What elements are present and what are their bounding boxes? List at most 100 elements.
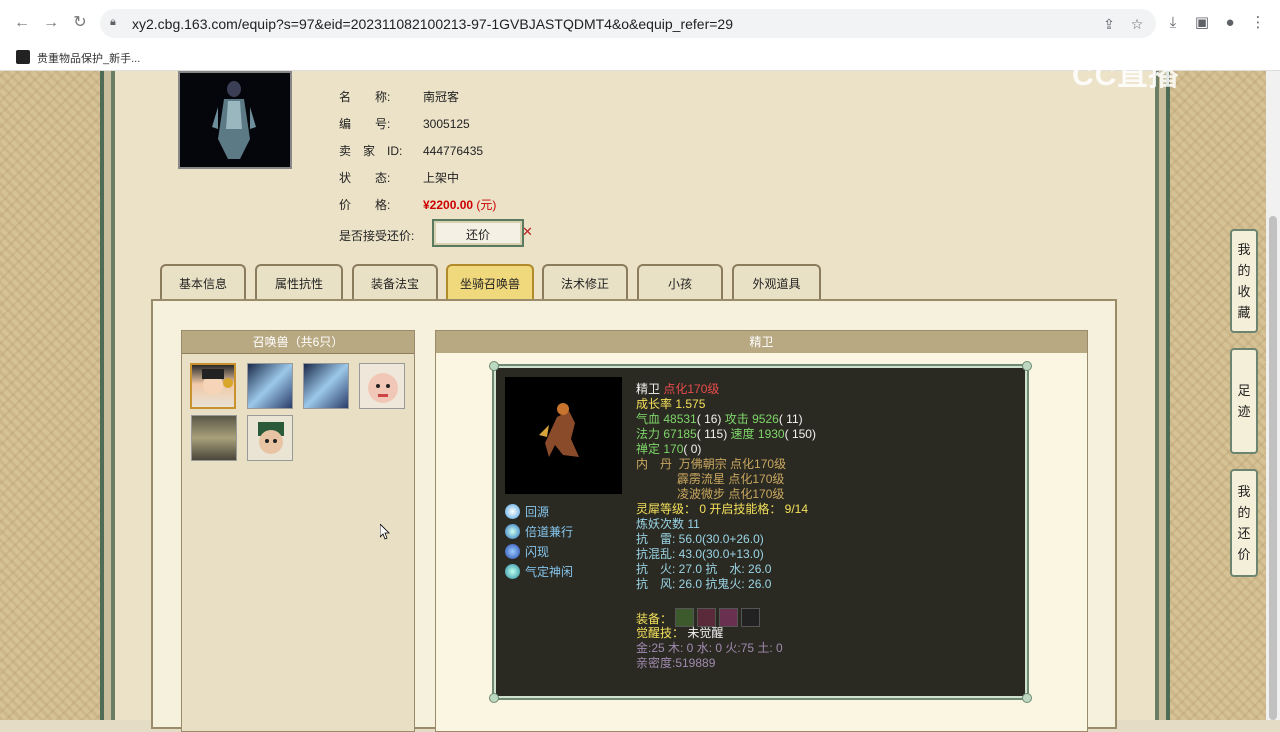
character-portrait <box>178 71 292 169</box>
status-label: 状 态: <box>339 171 391 185</box>
neidan-line-1: 内 丹 万佛朝宗 点化170级 <box>636 457 787 471</box>
level-tag: 点化170级 <box>663 382 720 396</box>
hp-atk-line: 气血 48531( 16) 攻击 9526( 11) <box>636 412 803 426</box>
card-corner-ornament <box>489 693 499 703</box>
tab-attributes[interactable]: 属性抗性 <box>255 264 343 300</box>
pet-thumb-baby[interactable] <box>359 363 405 409</box>
download-icon[interactable]: ⤓ <box>1163 13 1183 33</box>
tab-equipment[interactable]: 装备法宝 <box>352 264 438 300</box>
pet-name-line: 精卫 点化170级 <box>636 382 720 396</box>
lock-icon: 🔒︎ <box>110 16 116 28</box>
seller-value: 444776435 <box>423 144 484 158</box>
pet-thumb-kid[interactable] <box>247 415 293 461</box>
tab-spell-mod[interactable]: 法术修正 <box>542 264 628 300</box>
menu-kebab-icon[interactable]: ⋮ <box>1248 13 1268 33</box>
info-name-row: 名 称: 南冠客 <box>339 88 459 105</box>
skill-speed-icon <box>505 524 520 539</box>
equip-slot-3[interactable] <box>719 608 739 627</box>
info-price-row: 价 格: ¥2200.00 (元) <box>339 196 496 213</box>
spirit-line: 灵犀等级： 0 开启技能格： 9/14 <box>636 502 809 516</box>
tab-child[interactable]: 小孩 <box>637 264 723 300</box>
info-bargain-row: 是否接受还价: <box>339 227 414 244</box>
profile-icon[interactable]: ● <box>1220 13 1240 33</box>
pet-thumb-ice-1[interactable] <box>247 363 293 409</box>
name-value: 南冠客 <box>423 90 460 104</box>
equip-slot-1[interactable] <box>675 608 695 627</box>
skill-item[interactable]: 闪现 <box>505 543 549 560</box>
forward-arrow-icon[interactable]: → <box>41 13 61 33</box>
sidebar-icon[interactable]: ▣ <box>1192 13 1212 33</box>
tab-mounts-pets[interactable]: 坐骑召唤兽 <box>446 264 534 300</box>
close-x-icon: ✕ <box>522 224 533 239</box>
seller-label: 卖 家 ID: <box>339 144 403 158</box>
footprint-button[interactable]: 足迹 <box>1230 348 1258 454</box>
res-line-3: 抗 火: 27.0 抗 水: 26.0 <box>636 562 772 576</box>
tab-basic-info[interactable]: 基本信息 <box>160 264 246 300</box>
skill-item[interactable]: 回源 <box>505 503 549 520</box>
price-unit: (元) <box>476 198 497 212</box>
bargain-button[interactable]: 还价 <box>432 219 524 247</box>
address-bar[interactable]: 🔒︎ xy2.cbg.163.com/equip?s=97&eid=202311… <box>100 9 1156 38</box>
neidan-line-2: 霹雳流星 点化170级 <box>677 472 785 486</box>
page-scrollbar[interactable] <box>1266 71 1280 720</box>
star-icon[interactable]: ☆ <box>1128 15 1146 33</box>
skill-flash-icon <box>505 544 520 559</box>
neidan-line-3: 凌波微步 点化170级 <box>677 487 785 501</box>
pet-detail-title: 精卫 <box>436 331 1087 353</box>
pet-list-title: 召唤兽（共6只） <box>182 331 414 354</box>
intimacy-line: 亲密度:519889 <box>636 656 716 670</box>
bookmark-favicon-icon <box>16 50 30 64</box>
pet-thumb-jingwei[interactable] <box>190 363 236 409</box>
name-label: 名 称: <box>339 90 391 104</box>
bargain-label: 是否接受还价: <box>339 229 415 243</box>
awaken-line: 觉醒技： 未觉醒 <box>636 626 724 640</box>
elements-line: 金:25 木: 0 水: 0 火:75 土: 0 <box>636 641 783 655</box>
character-figure-icon <box>212 81 256 159</box>
scrollbar-thumb[interactable] <box>1269 216 1277 720</box>
reload-icon[interactable]: ↻ <box>70 13 90 33</box>
equip-line: 装备： <box>636 608 761 627</box>
my-favorites-button[interactable]: 我的收藏 <box>1230 229 1258 333</box>
bookmark-item[interactable]: 贵重物品保护_新手... <box>37 50 140 66</box>
number-label: 编 号: <box>339 117 391 131</box>
price-label: 价 格: <box>339 198 391 212</box>
equip-slot-2[interactable] <box>697 608 717 627</box>
pet-avatar-icon <box>258 422 284 454</box>
skill-huiyuan-icon <box>505 504 520 519</box>
back-arrow-icon[interactable]: ← <box>12 13 32 33</box>
card-corner-ornament <box>1022 693 1032 703</box>
url-text[interactable]: xy2.cbg.163.com/equip?s=97&eid=202311082… <box>132 16 733 32</box>
skill-item[interactable]: 倍道兼行 <box>505 523 573 540</box>
refine-line: 炼妖次数 11 <box>636 517 700 531</box>
tab-appearance[interactable]: 外观道具 <box>732 264 821 300</box>
mp-spd-line: 法力 67185( 115) 速度 1930( 150) <box>636 427 816 441</box>
mouse-cursor-icon <box>380 524 390 540</box>
pet-avatar-icon <box>202 369 233 395</box>
price-value: ¥2200.00 <box>423 198 474 212</box>
info-number-row: 编 号: 3005125 <box>339 115 470 132</box>
res-line-2: 抗混乱: 43.0(30.0+13.0) <box>636 547 764 561</box>
pet-sprite-icon <box>539 403 579 457</box>
skill-item[interactable]: 气定神闲 <box>505 563 573 580</box>
res-line-4: 抗 风: 26.0 抗鬼火: 26.0 <box>636 577 772 591</box>
equip-slot-4[interactable] <box>741 608 761 627</box>
pet-avatar-icon <box>368 373 398 403</box>
info-status-row: 状 态: 上架中 <box>339 169 459 186</box>
watermark-logo: CC直播 <box>1072 59 1180 92</box>
number-value: 3005125 <box>423 117 470 131</box>
card-corner-ornament <box>489 361 499 371</box>
focus-line: 禅定 170( 0) <box>636 442 702 456</box>
skill-calm-icon <box>505 564 520 579</box>
card-corner-ornament <box>1022 361 1032 371</box>
pet-portrait <box>505 377 622 494</box>
share-icon[interactable]: ⇪ <box>1100 15 1118 33</box>
res-line-1: 抗 雷: 56.0(30.0+26.0) <box>636 532 764 546</box>
pet-thumb-ice-2[interactable] <box>303 363 349 409</box>
pet-thumb-warrior[interactable] <box>191 415 237 461</box>
status-value: 上架中 <box>423 171 460 185</box>
top-clipped-row <box>339 63 342 77</box>
my-bargains-button[interactable]: 我的还价 <box>1230 469 1258 577</box>
growth-line: 成长率 1.575 <box>636 397 706 411</box>
browser-toolbar: ← → ↻ 🔒︎ xy2.cbg.163.com/equip?s=97&eid=… <box>0 0 1280 47</box>
info-seller-row: 卖 家 ID: 444776435 <box>339 142 483 159</box>
